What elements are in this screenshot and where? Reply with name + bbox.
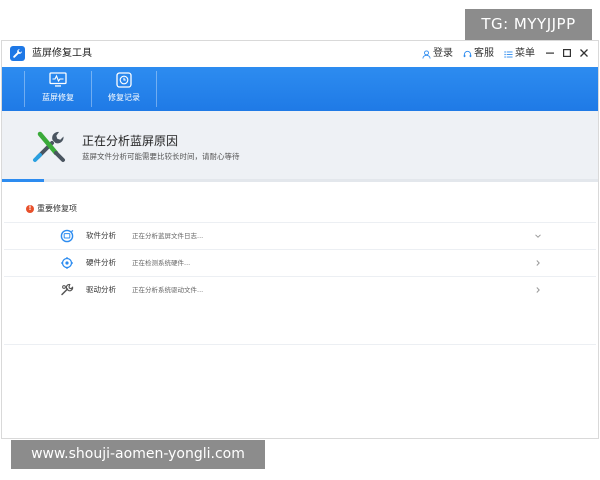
- minimize-button[interactable]: [543, 46, 557, 60]
- repair-item-status: 正在分析蓝屏文件日志...: [132, 232, 204, 240]
- tab-repair-history[interactable]: 修复记录: [92, 67, 156, 111]
- login-button[interactable]: 登录: [422, 47, 453, 61]
- hardware-icon: [61, 257, 73, 269]
- monitor-icon: [49, 72, 67, 87]
- status-banner: 正在分析蓝屏原因 蓝屏文件分析可能需要比较长时间，请耐心等待: [2, 111, 598, 179]
- user-icon: [422, 49, 431, 59]
- title-bar: 蓝屏修复工具 登录 客服 菜单: [2, 41, 598, 67]
- tab-bluescreen-repair[interactable]: 蓝屏修复: [25, 67, 91, 111]
- repair-item-name: 软件分析: [86, 231, 116, 240]
- login-label: 登录: [433, 48, 453, 59]
- close-button[interactable]: [577, 46, 591, 60]
- status-subtitle: 蓝屏文件分析可能需要比较长时间，请耐心等待: [82, 152, 240, 161]
- tab-repair-history-label: 修复记录: [108, 93, 140, 102]
- service-label: 客服: [474, 48, 494, 59]
- progress-bar-fill: [2, 179, 44, 182]
- maximize-icon: [563, 49, 571, 57]
- status-title: 正在分析蓝屏原因: [82, 134, 179, 148]
- chevron-down-icon[interactable]: [533, 231, 543, 241]
- repair-item-hardware[interactable]: 硬件分析 正在检测系统硬件...: [4, 249, 596, 276]
- headset-icon: [463, 50, 472, 57]
- watermark-bottom: www.shouji-aomen-yongli.com: [11, 440, 265, 469]
- repair-item-software[interactable]: 软件分析 正在分析蓝屏文件日志...: [4, 222, 596, 249]
- section-label: 重要修复项: [37, 204, 77, 213]
- watermark-top: TG: MYYJJPP: [465, 9, 592, 40]
- section-heading: ! 重要修复项: [26, 203, 77, 214]
- warning-icon: !: [26, 204, 34, 213]
- chevron-right-icon[interactable]: [533, 285, 543, 295]
- tab-bluescreen-repair-label: 蓝屏修复: [42, 93, 74, 102]
- history-icon: [116, 72, 132, 88]
- app-window: 蓝屏修复工具 登录 客服 菜单 蓝屏修复 修复记录 正在分析蓝屏原因 蓝屏文件分…: [1, 40, 599, 439]
- repair-item-status: 正在分析系统驱动文件...: [132, 286, 204, 294]
- software-icon: [60, 229, 74, 243]
- toolbar: 蓝屏修复 修复记录: [2, 67, 598, 111]
- menu-label: 菜单: [515, 48, 535, 59]
- repair-item-name: 硬件分析: [86, 258, 116, 267]
- repair-item-driver[interactable]: 驱动分析 正在分析系统驱动文件...: [4, 276, 596, 303]
- tools-icon: [33, 131, 65, 162]
- window-title: 蓝屏修复工具: [32, 48, 92, 59]
- menu-button[interactable]: 菜单: [504, 47, 535, 61]
- driver-icon: [61, 283, 74, 296]
- toolbar-divider: [156, 71, 157, 107]
- chevron-right-icon[interactable]: [533, 258, 543, 268]
- repair-item-status: 正在检测系统硬件...: [132, 259, 191, 267]
- list-divider: [4, 344, 596, 345]
- repair-item-name: 驱动分析: [86, 285, 116, 294]
- wrench-icon: [10, 46, 25, 61]
- list-icon: [504, 50, 513, 58]
- close-icon: [580, 49, 588, 57]
- progress-bar: [2, 179, 598, 182]
- screen: TG: MYYJJPP 蓝屏修复工具 登录 客服 菜单 蓝屏修复 修复记录 正在…: [0, 0, 600, 480]
- maximize-button[interactable]: [560, 46, 574, 60]
- minimize-icon: [546, 52, 554, 54]
- service-button[interactable]: 客服: [463, 47, 494, 61]
